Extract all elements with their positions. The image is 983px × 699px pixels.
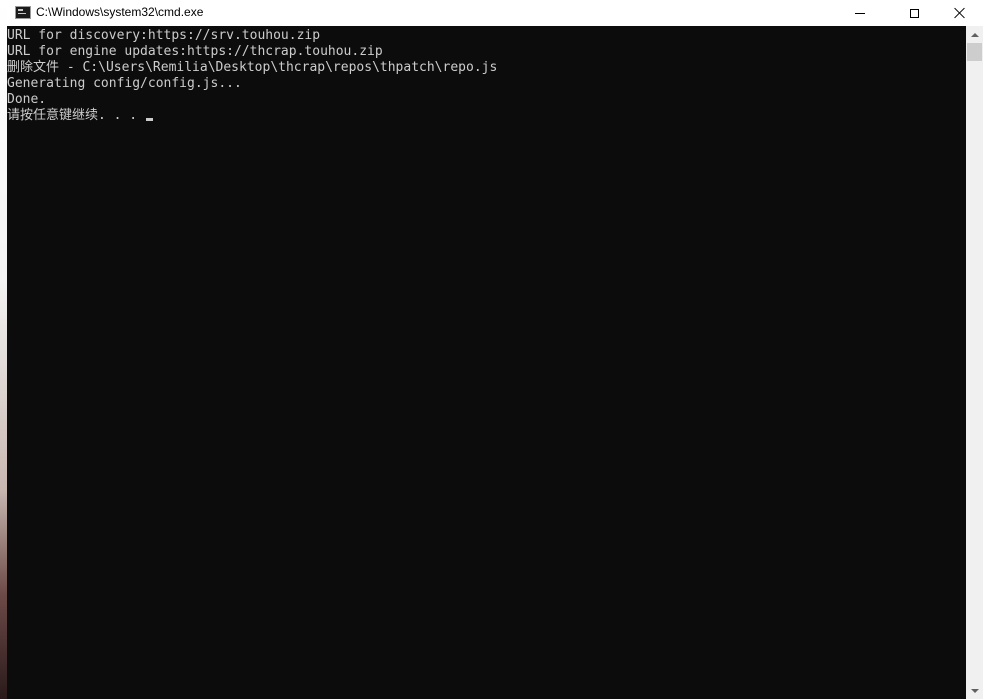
console-prompt-text: 请按任意键继续. . . (7, 108, 145, 123)
scroll-thumb[interactable] (967, 43, 982, 61)
vertical-scrollbar[interactable] (966, 26, 983, 699)
scroll-up-button[interactable] (966, 26, 983, 43)
console-output[interactable]: URL for discovery:https://srv.touhou.zip… (7, 26, 966, 699)
console-line: Generating config/config.js... (7, 76, 242, 91)
arrow-down-icon (970, 688, 979, 693)
close-icon (954, 7, 966, 19)
scroll-down-button[interactable] (966, 682, 983, 699)
text-cursor (145, 118, 153, 121)
cmd-window: C:\Windows\system32\cmd.exe URL for disc… (7, 0, 983, 699)
close-button[interactable] (937, 0, 983, 26)
minimize-icon (855, 12, 865, 14)
maximize-icon (909, 8, 919, 18)
minimize-button[interactable] (837, 0, 883, 26)
maximize-button[interactable] (891, 0, 937, 26)
window-title: C:\Windows\system32\cmd.exe (36, 5, 204, 19)
title-bar[interactable]: C:\Windows\system32\cmd.exe (7, 0, 983, 26)
console-prompt-line: 请按任意键继续. . . (7, 108, 966, 124)
console-line: Done. (7, 92, 47, 107)
desktop-background (0, 0, 7, 699)
console-line: URL for discovery:https://srv.touhou.zip (7, 28, 321, 43)
console-line: URL for engine updates:https://thcrap.to… (7, 44, 383, 59)
arrow-up-icon (970, 32, 979, 37)
console-icon[interactable] (15, 6, 31, 19)
console-line: 删除文件 - C:\Users\Remilia\Desktop\thcrap\r… (7, 60, 498, 75)
